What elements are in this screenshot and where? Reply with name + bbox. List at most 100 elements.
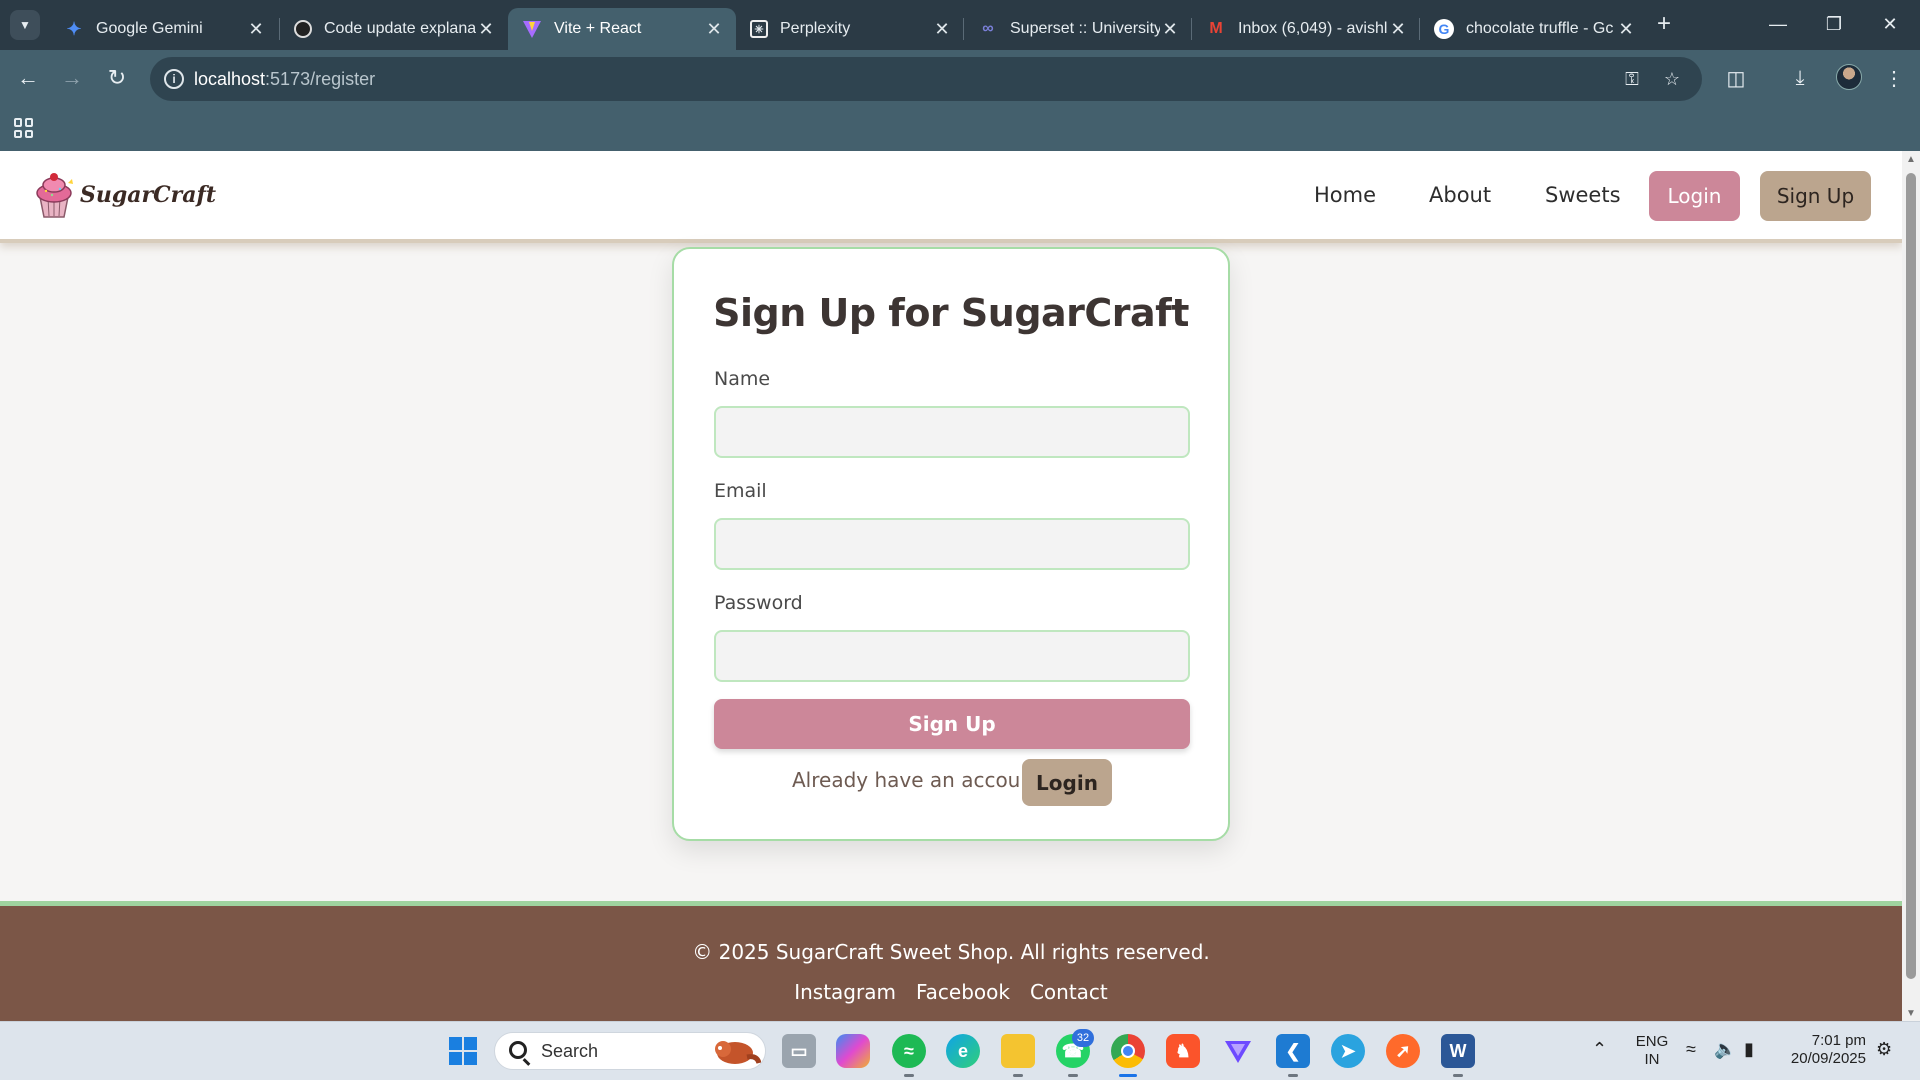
notifications-bell-icon[interactable]: ⚙ xyxy=(1876,1040,1892,1058)
copilot-app[interactable] xyxy=(836,1034,870,1068)
site-logo[interactable]: SugarCraft xyxy=(30,169,216,221)
plus-icon: + xyxy=(1656,10,1671,37)
password-key-icon[interactable]: ⚿ xyxy=(1620,67,1644,91)
superset-icon: ∞ xyxy=(982,20,994,37)
google-icon: G xyxy=(1434,19,1454,39)
close-tab-icon[interactable]: ✕ xyxy=(932,19,952,40)
back-button[interactable]: ← xyxy=(12,62,44,94)
close-tab-icon[interactable]: ✕ xyxy=(476,19,496,40)
email-input[interactable] xyxy=(714,518,1190,570)
taskbar-search[interactable]: Search xyxy=(494,1032,766,1070)
restore-button[interactable]: ❐ xyxy=(1814,8,1854,40)
footer-links: Instagram Facebook Contact xyxy=(0,980,1902,1004)
address-bar[interactable]: i localhost:5173/register ⚿ ☆ xyxy=(150,57,1702,101)
brave-app[interactable]: ♞ xyxy=(1166,1034,1200,1068)
clock[interactable]: 7:01 pm 20/09/2025 xyxy=(1780,1032,1866,1068)
nav-about-link[interactable]: About xyxy=(1429,183,1491,207)
clock-time: 7:01 pm xyxy=(1811,1032,1866,1049)
browser-toolbar: ← → ↻ i localhost:5173/register ⚿ ☆ ◫ ⤓ … xyxy=(0,50,1920,108)
downloads-button[interactable]: ⤓ xyxy=(1784,62,1816,94)
browser-tab-superset[interactable]: ∞ Superset :: University ✕ xyxy=(964,8,1192,50)
tab-title: chocolate truffle - Gc xyxy=(1466,20,1614,37)
nav-home-link[interactable]: Home xyxy=(1314,183,1376,207)
start-button[interactable] xyxy=(446,1034,480,1068)
chrome-icon xyxy=(1121,1044,1135,1058)
footer-instagram-link[interactable]: Instagram xyxy=(794,980,896,1004)
postman-icon: ➚ xyxy=(1395,1040,1411,1061)
scroll-down-icon[interactable]: ▼ xyxy=(1906,1009,1916,1019)
proton-vpn-app[interactable] xyxy=(1221,1034,1255,1068)
task-view-button[interactable]: ▭ xyxy=(782,1034,816,1068)
forward-button[interactable]: → xyxy=(56,62,88,94)
chrome-app[interactable] xyxy=(1111,1034,1145,1068)
taskbar-search-placeholder: Search xyxy=(541,1040,599,1061)
gemini-icon: ✦ xyxy=(66,18,82,39)
browser-tab-chatgpt[interactable]: Code update explana ✕ xyxy=(280,8,508,50)
spotify-icon: ≈ xyxy=(904,1040,914,1061)
browser-tab-gemini[interactable]: ✦ Google Gemini ✕ xyxy=(50,8,278,50)
browser-tab-bar: ▼ ✦ Google Gemini ✕ Code update explana … xyxy=(0,0,1920,50)
tab-title: Vite + React xyxy=(554,20,642,37)
browser-tab-gmail[interactable]: M Inbox (6,049) - avishl ✕ xyxy=(1192,8,1420,50)
windows-logo-icon xyxy=(449,1037,477,1065)
bookmark-star-icon[interactable]: ☆ xyxy=(1660,67,1684,91)
page-scrollbar[interactable]: ▲ ▼ xyxy=(1902,151,1920,1021)
profile-avatar[interactable] xyxy=(1836,64,1862,90)
spotify-app[interactable]: ≈ xyxy=(892,1034,926,1068)
show-hidden-icons-chevron-icon[interactable]: ⌃ xyxy=(1592,1040,1607,1058)
bookmarks-bar xyxy=(0,108,1920,151)
wifi-icon[interactable]: ≈ xyxy=(1686,1040,1696,1058)
close-window-button[interactable]: ✕ xyxy=(1870,8,1910,40)
scroll-up-icon[interactable]: ▲ xyxy=(1906,155,1916,165)
running-indicator xyxy=(1453,1074,1463,1077)
battery-icon[interactable]: ▮ xyxy=(1744,1040,1754,1058)
browser-tab-google[interactable]: G chocolate truffle - Gc ✕ xyxy=(1420,8,1648,50)
reload-icon: ↻ xyxy=(107,65,127,90)
file-explorer-app[interactable] xyxy=(1001,1034,1035,1068)
site-info-icon[interactable]: i xyxy=(164,69,184,89)
tab-title: Inbox (6,049) - avishl xyxy=(1238,20,1388,37)
vscode-app[interactable]: ❮ xyxy=(1276,1034,1310,1068)
header-login-button[interactable]: Login xyxy=(1649,171,1740,221)
clock-date: 20/09/2025 xyxy=(1790,1050,1866,1067)
volume-icon[interactable]: 🔈 xyxy=(1714,1040,1736,1058)
tab-search-button[interactable]: ▼ xyxy=(10,10,40,40)
minimize-button[interactable]: — xyxy=(1758,8,1798,40)
browser-tab-vite-active[interactable]: Vite + React ✕ xyxy=(508,8,736,50)
vscode-icon: ❮ xyxy=(1285,1040,1301,1061)
close-icon: ✕ xyxy=(1882,13,1898,34)
brave-icon: ♞ xyxy=(1174,1040,1192,1061)
header-signup-button[interactable]: Sign Up xyxy=(1760,171,1871,221)
edge-app[interactable]: e xyxy=(946,1034,980,1068)
word-app[interactable]: W xyxy=(1441,1034,1475,1068)
postman-app[interactable]: ➚ xyxy=(1386,1034,1420,1068)
password-input[interactable] xyxy=(714,630,1190,682)
password-label: Password xyxy=(714,592,803,614)
card-login-button[interactable]: Login xyxy=(1022,759,1112,806)
language-code: ENG xyxy=(1635,1033,1669,1050)
close-tab-icon[interactable]: ✕ xyxy=(1616,19,1636,40)
language-indicator[interactable]: ENG IN xyxy=(1630,1033,1674,1069)
reload-button[interactable]: ↻ xyxy=(101,62,133,94)
running-indicator xyxy=(904,1074,914,1077)
browser-menu-button[interactable]: ⋮ xyxy=(1878,62,1910,94)
nav-sweets-link[interactable]: Sweets xyxy=(1545,183,1621,207)
close-tab-icon[interactable]: ✕ xyxy=(1160,19,1180,40)
name-input[interactable] xyxy=(714,406,1190,458)
signup-submit-button[interactable]: Sign Up xyxy=(714,699,1190,749)
vite-icon xyxy=(522,19,542,39)
close-tab-icon[interactable]: ✕ xyxy=(246,19,266,40)
browser-tab-perplexity[interactable]: ✳ Perplexity ✕ xyxy=(736,8,964,50)
new-tab-button[interactable]: + xyxy=(1650,10,1678,38)
apps-grid-icon[interactable] xyxy=(14,118,34,138)
arrow-left-icon: ← xyxy=(17,65,39,90)
telegram-app[interactable]: ➤ xyxy=(1331,1034,1365,1068)
extensions-button[interactable]: ◫ xyxy=(1720,62,1752,94)
whatsapp-unread-badge: 32 xyxy=(1072,1029,1094,1047)
footer-contact-link[interactable]: Contact xyxy=(1030,980,1108,1004)
close-tab-icon[interactable]: ✕ xyxy=(1388,19,1408,40)
scrollbar-thumb[interactable] xyxy=(1906,173,1916,979)
close-tab-icon[interactable]: ✕ xyxy=(704,19,724,40)
footer-facebook-link[interactable]: Facebook xyxy=(916,980,1010,1004)
minimize-icon: — xyxy=(1769,13,1787,34)
